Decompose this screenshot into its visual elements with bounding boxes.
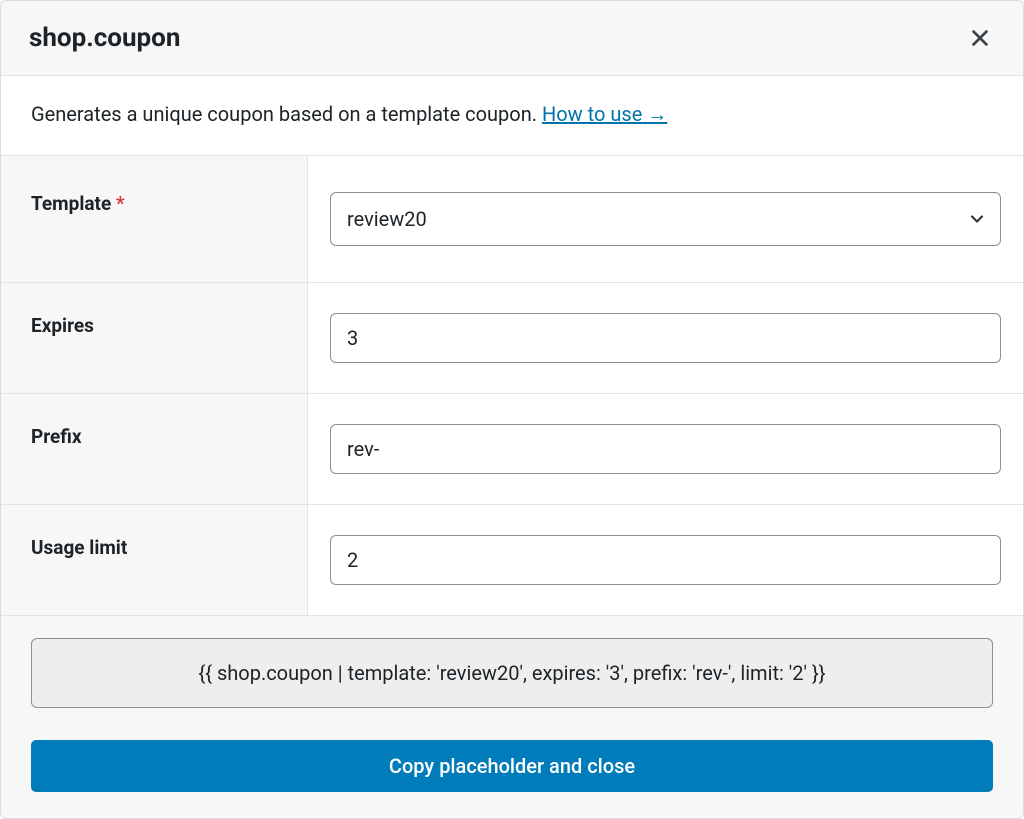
placeholder-code-box[interactable]: {{ shop.coupon | template: 'review20', e…	[31, 638, 993, 708]
expires-input[interactable]	[330, 313, 1001, 363]
expires-label: Expires	[1, 283, 308, 393]
usage-limit-label: Usage limit	[1, 505, 308, 615]
template-label: Template *	[1, 156, 308, 282]
usage-limit-input[interactable]	[330, 535, 1001, 585]
modal-header: shop.coupon	[1, 1, 1023, 76]
usage-limit-control	[308, 505, 1023, 615]
expires-control	[308, 283, 1023, 393]
required-asterisk: *	[116, 192, 125, 215]
description-text: Generates a unique coupon based on a tem…	[31, 102, 542, 126]
expires-row: Expires	[1, 283, 1023, 394]
template-select[interactable]: review20	[330, 192, 1001, 246]
modal-description: Generates a unique coupon based on a tem…	[1, 76, 1023, 156]
close-icon	[969, 27, 991, 49]
coupon-modal: shop.coupon Generates a unique coupon ba…	[0, 0, 1024, 819]
template-select-wrap: review20	[330, 192, 1001, 246]
template-control: review20	[308, 156, 1023, 282]
template-row: Template * review20	[1, 156, 1023, 283]
placeholder-code-area: {{ shop.coupon | template: 'review20', e…	[1, 616, 1023, 718]
template-label-text: Template	[31, 192, 111, 215]
prefix-row: Prefix	[1, 394, 1023, 505]
how-to-use-link-text: How to use	[542, 102, 642, 126]
copy-placeholder-close-button[interactable]: Copy placeholder and close	[31, 740, 993, 792]
close-button[interactable]	[965, 23, 995, 53]
usage-limit-row: Usage limit	[1, 505, 1023, 616]
prefix-control	[308, 394, 1023, 504]
modal-title: shop.coupon	[29, 23, 180, 53]
template-select-value: review20	[347, 207, 427, 231]
prefix-input[interactable]	[330, 424, 1001, 474]
how-to-use-link[interactable]: How to use →	[542, 102, 667, 126]
prefix-label: Prefix	[1, 394, 308, 504]
arrow-right-icon: →	[647, 102, 667, 126]
action-area: Copy placeholder and close	[1, 718, 1023, 818]
